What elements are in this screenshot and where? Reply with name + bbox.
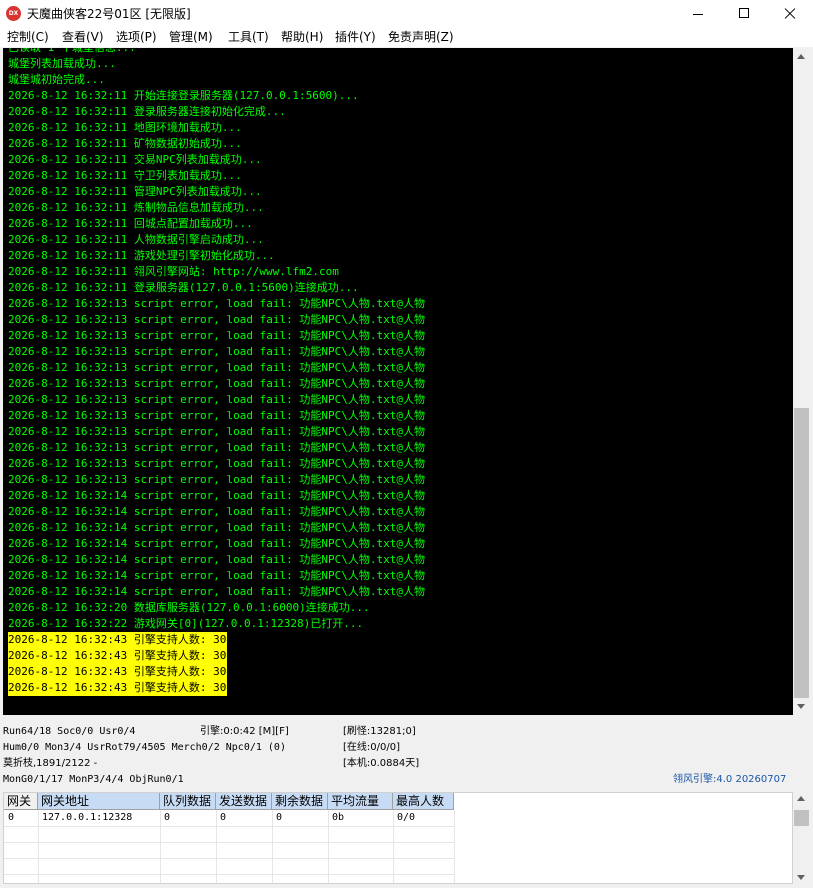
log-line: 2026-8-12 16:32:13 script error, load fa… [8,313,425,326]
app-icon: DX [6,6,21,21]
refresh-monsters: [刷怪:13281;0] [343,726,416,737]
close-button[interactable] [767,0,813,28]
log-line: 2026-8-12 16:32:14 script error, load fa… [8,489,425,502]
header-gateway-address[interactable]: 网关地址 [38,793,160,810]
log-line: 2026-8-12 16:32:11 地图环境加载成功... [8,121,242,134]
menu-disclaimer[interactable]: 免责声明(Z) [388,29,454,45]
log-line: 城堡城初始完成... [8,73,105,86]
mon-stats: MonG0/1/17 MonP3/4/4 ObjRun0/1 [3,774,184,785]
log-line: 2026-8-12 16:32:14 script error, load fa… [8,505,425,518]
minimize-icon [693,14,703,15]
hum-stats: Hum0/0 Mon3/4 UsrRot79/4505 Merch0/2 Npc… [3,742,286,753]
log-line: 2026-8-12 16:32:11 登录服务器(127.0.0.1:5600)… [8,281,359,294]
table-cell-gateway[interactable]: 0 [4,810,14,826]
console-scrollbar[interactable] [793,48,810,715]
scroll-up-icon[interactable] [797,54,805,59]
log-line: 2026-8-12 16:32:11 交易NPC列表加载成功... [8,153,262,166]
log-line: 2026-8-12 16:32:13 script error, load fa… [8,377,425,390]
status-panel: Run64/18 Soc0/0 Usr0/4 引擎:0:0:42 [M][F] … [0,720,813,792]
log-line-partial: 已读取 1 个城堡信息... [8,48,136,56]
log-line: 2026-8-12 16:32:11 守卫列表加载成功... [8,169,242,182]
log-line: 2026-8-12 16:32:11 管理NPC列表加载成功... [8,185,262,198]
log-line: 2026-8-12 16:32:13 script error, load fa… [8,393,425,406]
engine-time: 引擎:0:0:42 [M][F] [200,726,289,737]
table-cell-max[interactable]: 0/0 [393,810,415,826]
log-line: 2026-8-12 16:32:13 script error, load fa… [8,409,425,422]
log-line: 2026-8-12 16:32:14 script error, load fa… [8,569,425,582]
header-queue-data[interactable]: 队列数据 [160,793,216,810]
title-bar: DX 天魔曲侠客22号01区 [无限版] [0,0,813,28]
log-line: 2026-8-12 16:32:11 登录服务器连接初始化完成... [8,105,286,118]
log-line-highlighted: 2026-8-12 16:32:43 引擎支持人数: 30 [8,648,228,664]
log-console[interactable]: 已读取 1 个城堡信息... 城堡列表加载成功... 城堡城初始完成... 2026… [3,48,793,715]
log-line: 2026-8-12 16:32:14 script error, load fa… [8,585,425,598]
grid-line [4,826,454,827]
server-name: 莫折枝,1891/2122 - [3,758,98,769]
scroll-down-icon[interactable] [797,875,805,880]
grid-line [454,810,455,883]
log-line: 2026-8-12 16:32:20 数据库服务器(127.0.0.1:6000… [8,601,370,614]
table-cell-queue[interactable]: 0 [160,810,170,826]
table-cell-address[interactable]: 127.0.0.1:12328 [38,810,132,826]
log-line: 2026-8-12 16:32:11 翎风引擎网站: http://www.lf… [8,265,339,278]
menu-view[interactable]: 查看(V) [62,29,104,45]
grid-line [4,858,454,859]
table-cell-remaining[interactable]: 0 [272,810,282,826]
menu-options[interactable]: 选项(P) [116,29,157,45]
log-line-highlighted: 2026-8-12 16:32:43 引擎支持人数: 30 [8,680,228,696]
maximize-icon [739,8,749,18]
scroll-up-icon[interactable] [797,796,805,801]
log-line: 2026-8-12 16:32:11 回城点配置加载成功... [8,217,253,230]
log-line: 2026-8-12 16:32:14 script error, load fa… [8,553,425,566]
log-line: 2026-8-12 16:32:13 script error, load fa… [8,425,425,438]
table-cell-sent[interactable]: 0 [216,810,226,826]
engine-version: 翎风引擎:4.0 20260707 [673,774,787,785]
log-line: 2026-8-12 16:32:22 游戏网关[0](127.0.0.1:123… [8,617,364,630]
header-max-players[interactable]: 最高人数 [393,793,454,810]
log-line: 2026-8-12 16:32:13 script error, load fa… [8,329,425,342]
table-scroll-thumb[interactable] [794,810,809,826]
menu-bar: 控制(C) 查看(V) 选项(P) 管理(M) 工具(T) 帮助(H) 插件(Y) 免责声明(… [0,28,813,47]
local-uptime: [本机:0.0884天] [343,758,420,769]
menu-help[interactable]: 帮助(H) [281,29,323,45]
log-line: 2026-8-12 16:32:13 script error, load fa… [8,473,425,486]
log-line: 城堡列表加载成功... [8,57,116,70]
header-remaining-data[interactable]: 剩余数据 [272,793,328,810]
table-scrollbar[interactable] [793,792,810,884]
grid-line [4,842,454,843]
online-count: [在线:0/0/0] [343,742,400,753]
maximize-button[interactable] [721,0,767,28]
log-line: 2026-8-12 16:32:11 炼制物品信息加载成功... [8,201,264,214]
window-title: 天魔曲侠客22号01区 [无限版] [27,7,191,21]
menu-manage[interactable]: 管理(M) [169,29,213,45]
log-line: 2026-8-12 16:32:13 script error, load fa… [8,297,425,310]
log-line: 2026-8-12 16:32:13 script error, load fa… [8,361,425,374]
log-line: 2026-8-12 16:32:11 游戏处理引擎初始化成功... [8,249,275,262]
log-line: 2026-8-12 16:32:14 script error, load fa… [8,537,425,550]
header-sent-data[interactable]: 发送数据 [216,793,272,810]
log-line: 2026-8-12 16:32:13 script error, load fa… [8,345,425,358]
console-scroll-thumb[interactable] [794,408,809,698]
gateway-table[interactable]: 网关 网关地址 队列数据 发送数据 剩余数据 平均流量 最高人数 0 127.0… [3,792,793,884]
minimize-button[interactable] [675,0,721,28]
log-line-highlighted: 2026-8-12 16:32:43 引擎支持人数: 30 [8,632,228,648]
log-line: 2026-8-12 16:32:13 script error, load fa… [8,457,425,470]
log-line: 2026-8-12 16:32:11 矿物数据初始成功... [8,137,242,150]
header-gateway[interactable]: 网关 [4,793,38,810]
scroll-down-icon[interactable] [797,704,805,709]
run-stats: Run64/18 Soc0/0 Usr0/4 [3,726,136,737]
menu-plugins[interactable]: 插件(Y) [335,29,376,45]
header-average-traffic[interactable]: 平均流量 [328,793,393,810]
menu-tools[interactable]: 工具(T) [228,29,269,45]
log-line-highlighted: 2026-8-12 16:32:43 引擎支持人数: 30 [8,664,228,680]
menu-control[interactable]: 控制(C) [7,29,49,45]
log-line: 2026-8-12 16:32:11 开始连接登录服务器(127.0.0.1:5… [8,89,359,102]
log-line: 2026-8-12 16:32:13 script error, load fa… [8,441,425,454]
grid-line [4,874,454,875]
table-cell-traffic[interactable]: 0b [328,810,344,826]
log-line: 2026-8-12 16:32:14 script error, load fa… [8,521,425,534]
log-line: 2026-8-12 16:32:11 人物数据引擎启动成功... [8,233,264,246]
